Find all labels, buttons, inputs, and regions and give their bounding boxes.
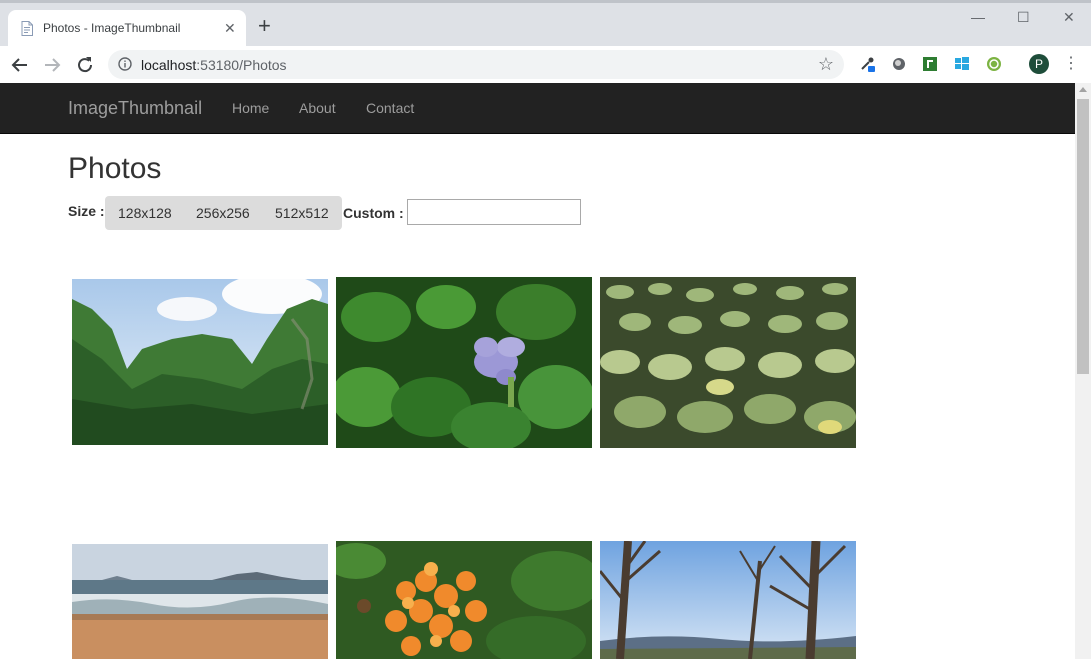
photo-hyacinth-image bbox=[336, 277, 592, 448]
nav-link-home[interactable]: Home bbox=[232, 100, 269, 116]
close-window-button[interactable]: ✕ bbox=[1063, 9, 1075, 25]
photo-thumbnail[interactable] bbox=[72, 279, 328, 445]
browser-menu-icon[interactable]: ⋮ bbox=[1063, 55, 1079, 73]
custom-size-label: Custom : bbox=[343, 205, 404, 221]
browser-toolbar: localhost:53180/Photos ☆ P ⋮ bbox=[0, 46, 1091, 84]
photo-mountains-image bbox=[72, 279, 328, 445]
size-option-256[interactable]: 256x256 bbox=[196, 205, 250, 221]
navbar-brand[interactable]: ImageThumbnail bbox=[68, 98, 202, 119]
reload-icon[interactable] bbox=[73, 53, 97, 77]
url-path: :53180/Photos bbox=[196, 57, 287, 73]
tab-title: Photos - ImageThumbnail bbox=[43, 21, 181, 35]
minimize-button[interactable]: — bbox=[971, 9, 985, 25]
photo-bare-trees-image bbox=[600, 541, 856, 659]
bookmark-star-icon[interactable]: ☆ bbox=[818, 54, 834, 75]
profile-avatar[interactable]: P bbox=[1029, 54, 1049, 74]
maximize-button[interactable]: ☐ bbox=[1017, 9, 1030, 25]
photo-thumbnail[interactable] bbox=[600, 541, 856, 659]
extension-green-circle-icon[interactable] bbox=[986, 56, 1002, 72]
info-icon[interactable] bbox=[118, 57, 132, 71]
page-icon bbox=[21, 21, 33, 36]
new-tab-button[interactable]: + bbox=[258, 15, 271, 37]
url-host: localhost bbox=[141, 57, 197, 73]
forward-icon[interactable] bbox=[40, 53, 64, 77]
page-title: Photos bbox=[68, 152, 162, 185]
site-navbar: ImageThumbnail Home About Contact bbox=[0, 83, 1075, 134]
photo-thumbnail[interactable] bbox=[600, 277, 856, 448]
extension-eyedropper-icon[interactable] bbox=[859, 56, 875, 72]
window-top-border bbox=[0, 0, 1091, 3]
size-option-512[interactable]: 512x512 bbox=[275, 205, 329, 221]
extension-windows-icon[interactable] bbox=[954, 56, 970, 72]
browser-tab-strip: Photos - ImageThumbnail ✕ + — ☐ ✕ bbox=[0, 0, 1091, 46]
photo-ixora-image bbox=[336, 541, 592, 659]
photo-thumbnail[interactable] bbox=[336, 541, 592, 659]
size-options: 128x128 256x256 512x512 bbox=[105, 196, 342, 230]
extension-green-square-icon[interactable] bbox=[922, 56, 938, 72]
browser-tab[interactable]: Photos - ImageThumbnail ✕ bbox=[8, 10, 246, 46]
photo-lotus-leaves-image bbox=[600, 277, 856, 448]
nav-link-contact[interactable]: Contact bbox=[366, 100, 414, 116]
photo-thumbnail[interactable] bbox=[72, 544, 328, 659]
address-bar[interactable]: localhost:53180/Photos ☆ bbox=[108, 50, 844, 79]
size-option-128[interactable]: 128x128 bbox=[118, 205, 172, 221]
photo-beach-image bbox=[72, 544, 328, 659]
scroll-up-arrow-icon[interactable] bbox=[1079, 87, 1087, 92]
size-label: Size : bbox=[68, 203, 105, 219]
url-text: localhost:53180/Photos bbox=[141, 57, 287, 73]
custom-size-input[interactable] bbox=[407, 199, 581, 225]
nav-link-about[interactable]: About bbox=[299, 100, 336, 116]
scrollbar-thumb[interactable] bbox=[1077, 99, 1089, 374]
page-scrollbar[interactable] bbox=[1075, 83, 1091, 659]
page-viewport: ImageThumbnail Home About Contact Photos… bbox=[0, 83, 1075, 659]
photo-thumbnail[interactable] bbox=[336, 277, 592, 448]
tab-close-icon[interactable]: ✕ bbox=[224, 20, 236, 36]
extension-circle-icon[interactable] bbox=[891, 56, 907, 72]
back-icon[interactable] bbox=[8, 53, 32, 77]
